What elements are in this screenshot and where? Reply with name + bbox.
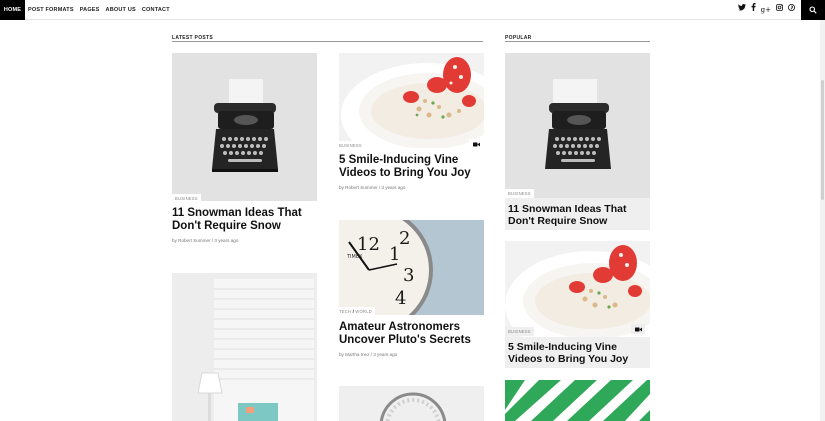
- post-category-badge[interactable]: BUSINESS: [336, 141, 365, 150]
- nav-post-formats[interactable]: POST FORMATS: [28, 7, 74, 13]
- video-format-badge: [469, 139, 483, 149]
- search-button[interactable]: [801, 0, 825, 20]
- post-category-badge[interactable]: BUSINESS: [505, 327, 534, 336]
- social-links: g+: [737, 0, 795, 20]
- svg-text:3: 3: [403, 265, 414, 286]
- post-image-partial[interactable]: [339, 386, 484, 421]
- video-camera-icon: [472, 142, 480, 146]
- instagram-icon[interactable]: [776, 0, 783, 20]
- category-world[interactable]: WORLD: [355, 309, 372, 314]
- twitter-icon[interactable]: [737, 0, 746, 20]
- nav-home[interactable]: HOME: [0, 0, 25, 20]
- post-category-badge[interactable]: BUSINESS: [172, 194, 201, 203]
- post-category-badge[interactable]: BUSINESS: [505, 189, 534, 198]
- popular-divider: [505, 41, 650, 42]
- post-title[interactable]: 11 Snowman Ideas That Don't Require Snow: [508, 203, 648, 227]
- video-format-badge: [631, 324, 645, 334]
- post-image-typewriter[interactable]: [172, 53, 317, 201]
- post-image-room[interactable]: [172, 273, 317, 421]
- facebook-icon[interactable]: [751, 0, 756, 20]
- top-navigation-bar: HOME POST FORMATS PAGES ABOUT US CONTACT…: [0, 0, 825, 20]
- main-menu: POST FORMATS PAGES ABOUT US CONTACT: [28, 0, 170, 20]
- svg-text:4: 4: [395, 288, 406, 309]
- post-title[interactable]: 11 Snowman Ideas That Don't Require Snow: [172, 207, 317, 233]
- category-tech[interactable]: TECH: [339, 309, 351, 314]
- post-title[interactable]: 5 Smile-Inducing Vine Videos to Bring Yo…: [508, 341, 650, 365]
- popular-image-yogurt[interactable]: [505, 241, 650, 337]
- google-plus-icon[interactable]: g+: [761, 0, 771, 20]
- popular-card-1[interactable]: [505, 53, 650, 201]
- popular-image-umbrella[interactable]: [505, 380, 650, 421]
- post-meta: by Robert Summer / 3 years ago: [172, 238, 239, 243]
- svg-text:2: 2: [399, 228, 410, 249]
- latest-posts-divider: [172, 41, 483, 42]
- post-meta: by Robert Summer / 3 years ago: [339, 185, 406, 190]
- post-image-yogurt[interactable]: [339, 53, 484, 148]
- svg-text:12: 12: [357, 234, 380, 255]
- scrollbar-thumb[interactable]: [821, 80, 824, 200]
- post-title[interactable]: 5 Smile-Inducing Vine Videos to Bring Yo…: [339, 154, 484, 180]
- pinterest-icon[interactable]: [788, 0, 795, 20]
- post-category-badge: TECH / WORLD: [336, 307, 375, 316]
- post-image-clock[interactable]: 12 1 3 4 2 TIMEX: [339, 220, 484, 315]
- nav-contact[interactable]: CONTACT: [142, 7, 170, 13]
- video-camera-icon: [634, 327, 642, 331]
- popular-image-typewriter: [505, 53, 650, 198]
- search-icon: [809, 6, 817, 14]
- post-meta: by Martha Inez / 3 years ago: [339, 352, 398, 357]
- post-title[interactable]: Amateur Astronomers Uncover Pluto's Secr…: [339, 321, 484, 347]
- nav-pages[interactable]: PAGES: [80, 7, 100, 13]
- nav-about-us[interactable]: ABOUT US: [106, 7, 136, 13]
